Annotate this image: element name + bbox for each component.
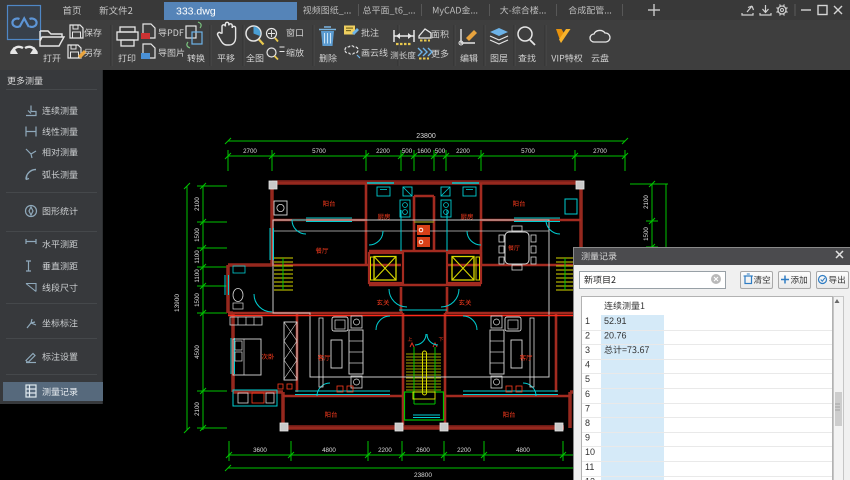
svg-text:2700: 2700 <box>593 148 607 155</box>
svg-text:2700: 2700 <box>243 148 257 155</box>
svg-text:1100: 1100 <box>194 250 201 264</box>
svg-text:2200: 2200 <box>456 148 470 155</box>
svg-text:23800: 23800 <box>416 133 436 140</box>
svg-text:2100: 2100 <box>194 402 201 416</box>
svg-text:4800: 4800 <box>516 447 530 454</box>
svg-text:2100: 2100 <box>194 197 201 211</box>
svg-text:2200: 2200 <box>378 447 392 454</box>
svg-text:2200: 2200 <box>376 148 390 155</box>
svg-text:2600: 2600 <box>416 447 430 454</box>
svg-text:4800: 4800 <box>322 447 336 454</box>
svg-text:4500: 4500 <box>194 345 201 359</box>
svg-text:3600: 3600 <box>253 447 267 454</box>
svg-text:500: 500 <box>402 148 413 155</box>
svg-text:2200: 2200 <box>457 447 471 454</box>
svg-text:23800: 23800 <box>414 472 432 479</box>
svg-text:500: 500 <box>435 148 446 155</box>
svg-text:1500: 1500 <box>194 228 201 242</box>
svg-text:1600: 1600 <box>417 148 431 155</box>
svg-text:1100: 1100 <box>194 269 201 283</box>
svg-text:1500: 1500 <box>194 293 201 307</box>
svg-text:2100: 2100 <box>643 195 650 209</box>
svg-text:5700: 5700 <box>521 148 535 155</box>
svg-text:1500: 1500 <box>643 227 650 241</box>
svg-text:13900: 13900 <box>174 294 181 312</box>
svg-text:5700: 5700 <box>312 148 326 155</box>
